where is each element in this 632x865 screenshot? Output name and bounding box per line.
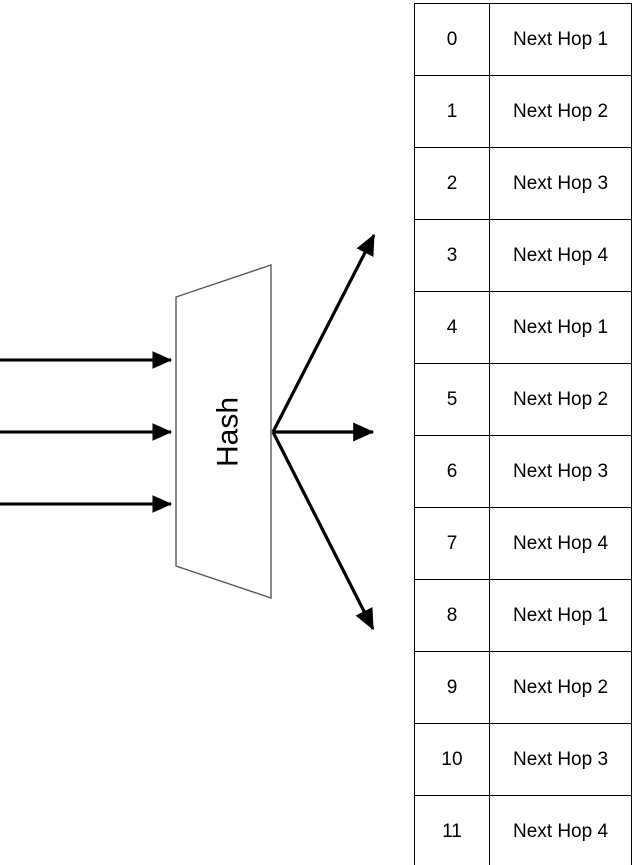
next-hop-table-body: 0 Next Hop 1 1 Next Hop 2 2 Next Hop 3 3 Next H… — [414, 3, 632, 865]
table-cell-next-hop: Next Hop 1 — [489, 579, 632, 652]
table-cell-next-hop: Next Hop 4 — [489, 795, 632, 865]
table-row: 5 Next Hop 2 — [414, 363, 632, 436]
table-cell-next-hop: Next Hop 1 — [489, 291, 632, 364]
next-hop-table: 0 Next Hop 1 1 Next Hop 2 2 Next Hop 3 3 Next H… — [414, 3, 632, 865]
table-cell-index: 5 — [414, 363, 490, 436]
table-row: 0 Next Hop 1 — [414, 3, 632, 76]
output-arrow-down — [271, 431, 375, 631]
table-cell-index: 8 — [414, 579, 490, 652]
table-row: 10 Next Hop 3 — [414, 723, 632, 796]
table-cell-index: 1 — [414, 75, 490, 148]
table-cell-index: 2 — [414, 147, 490, 220]
table-cell-next-hop: Next Hop 1 — [489, 3, 632, 76]
table-cell-index: 3 — [414, 219, 490, 292]
table-cell-index: 9 — [414, 651, 490, 724]
table-row: 11 Next Hop 4 — [414, 795, 632, 865]
table-cell-index: 0 — [414, 3, 490, 76]
table-cell-next-hop: Next Hop 3 — [489, 147, 632, 220]
table-cell-index: 11 — [414, 795, 490, 865]
diagram-canvas: Hash 0 Next Hop 1 1 Next Hop 2 2 Next Hop 33N… — [0, 0, 632, 865]
table-cell-next-hop: Next Hop 4 — [489, 219, 632, 292]
table-row: 6 Next Hop 3 — [414, 435, 632, 508]
table-cell-next-hop: Next Hop 2 — [489, 363, 632, 436]
table-cell-next-hop: Next Hop 2 — [489, 651, 632, 724]
table-cell-next-hop: Next Hop 4 — [489, 507, 632, 580]
table-cell-index: 10 — [414, 723, 490, 796]
table-cell-index: 7 — [414, 507, 490, 580]
table-cell-index: 4 — [414, 291, 490, 364]
table-cell-index: 6 — [414, 435, 490, 508]
table-cell-next-hop: Next Hop 2 — [489, 75, 632, 148]
table-cell-next-hop: Next Hop 3 — [489, 435, 632, 508]
table-row: 1 Next Hop 2 — [414, 75, 632, 148]
table-row: 3 Next Hop 4 — [414, 219, 632, 292]
output-arrow-up — [271, 233, 376, 433]
table-row: 8 Next Hop 1 — [414, 579, 632, 652]
table-row: 7 Next Hop 4 — [414, 507, 632, 580]
table-row: 4 Next Hop 1 — [414, 291, 632, 364]
hash-block-label: Hash — [212, 397, 245, 467]
table-cell-next-hop: Next Hop 3 — [489, 723, 632, 796]
table-row: 2 Next Hop 3 — [414, 147, 632, 220]
table-row: 9 Next Hop 2 — [414, 651, 632, 724]
